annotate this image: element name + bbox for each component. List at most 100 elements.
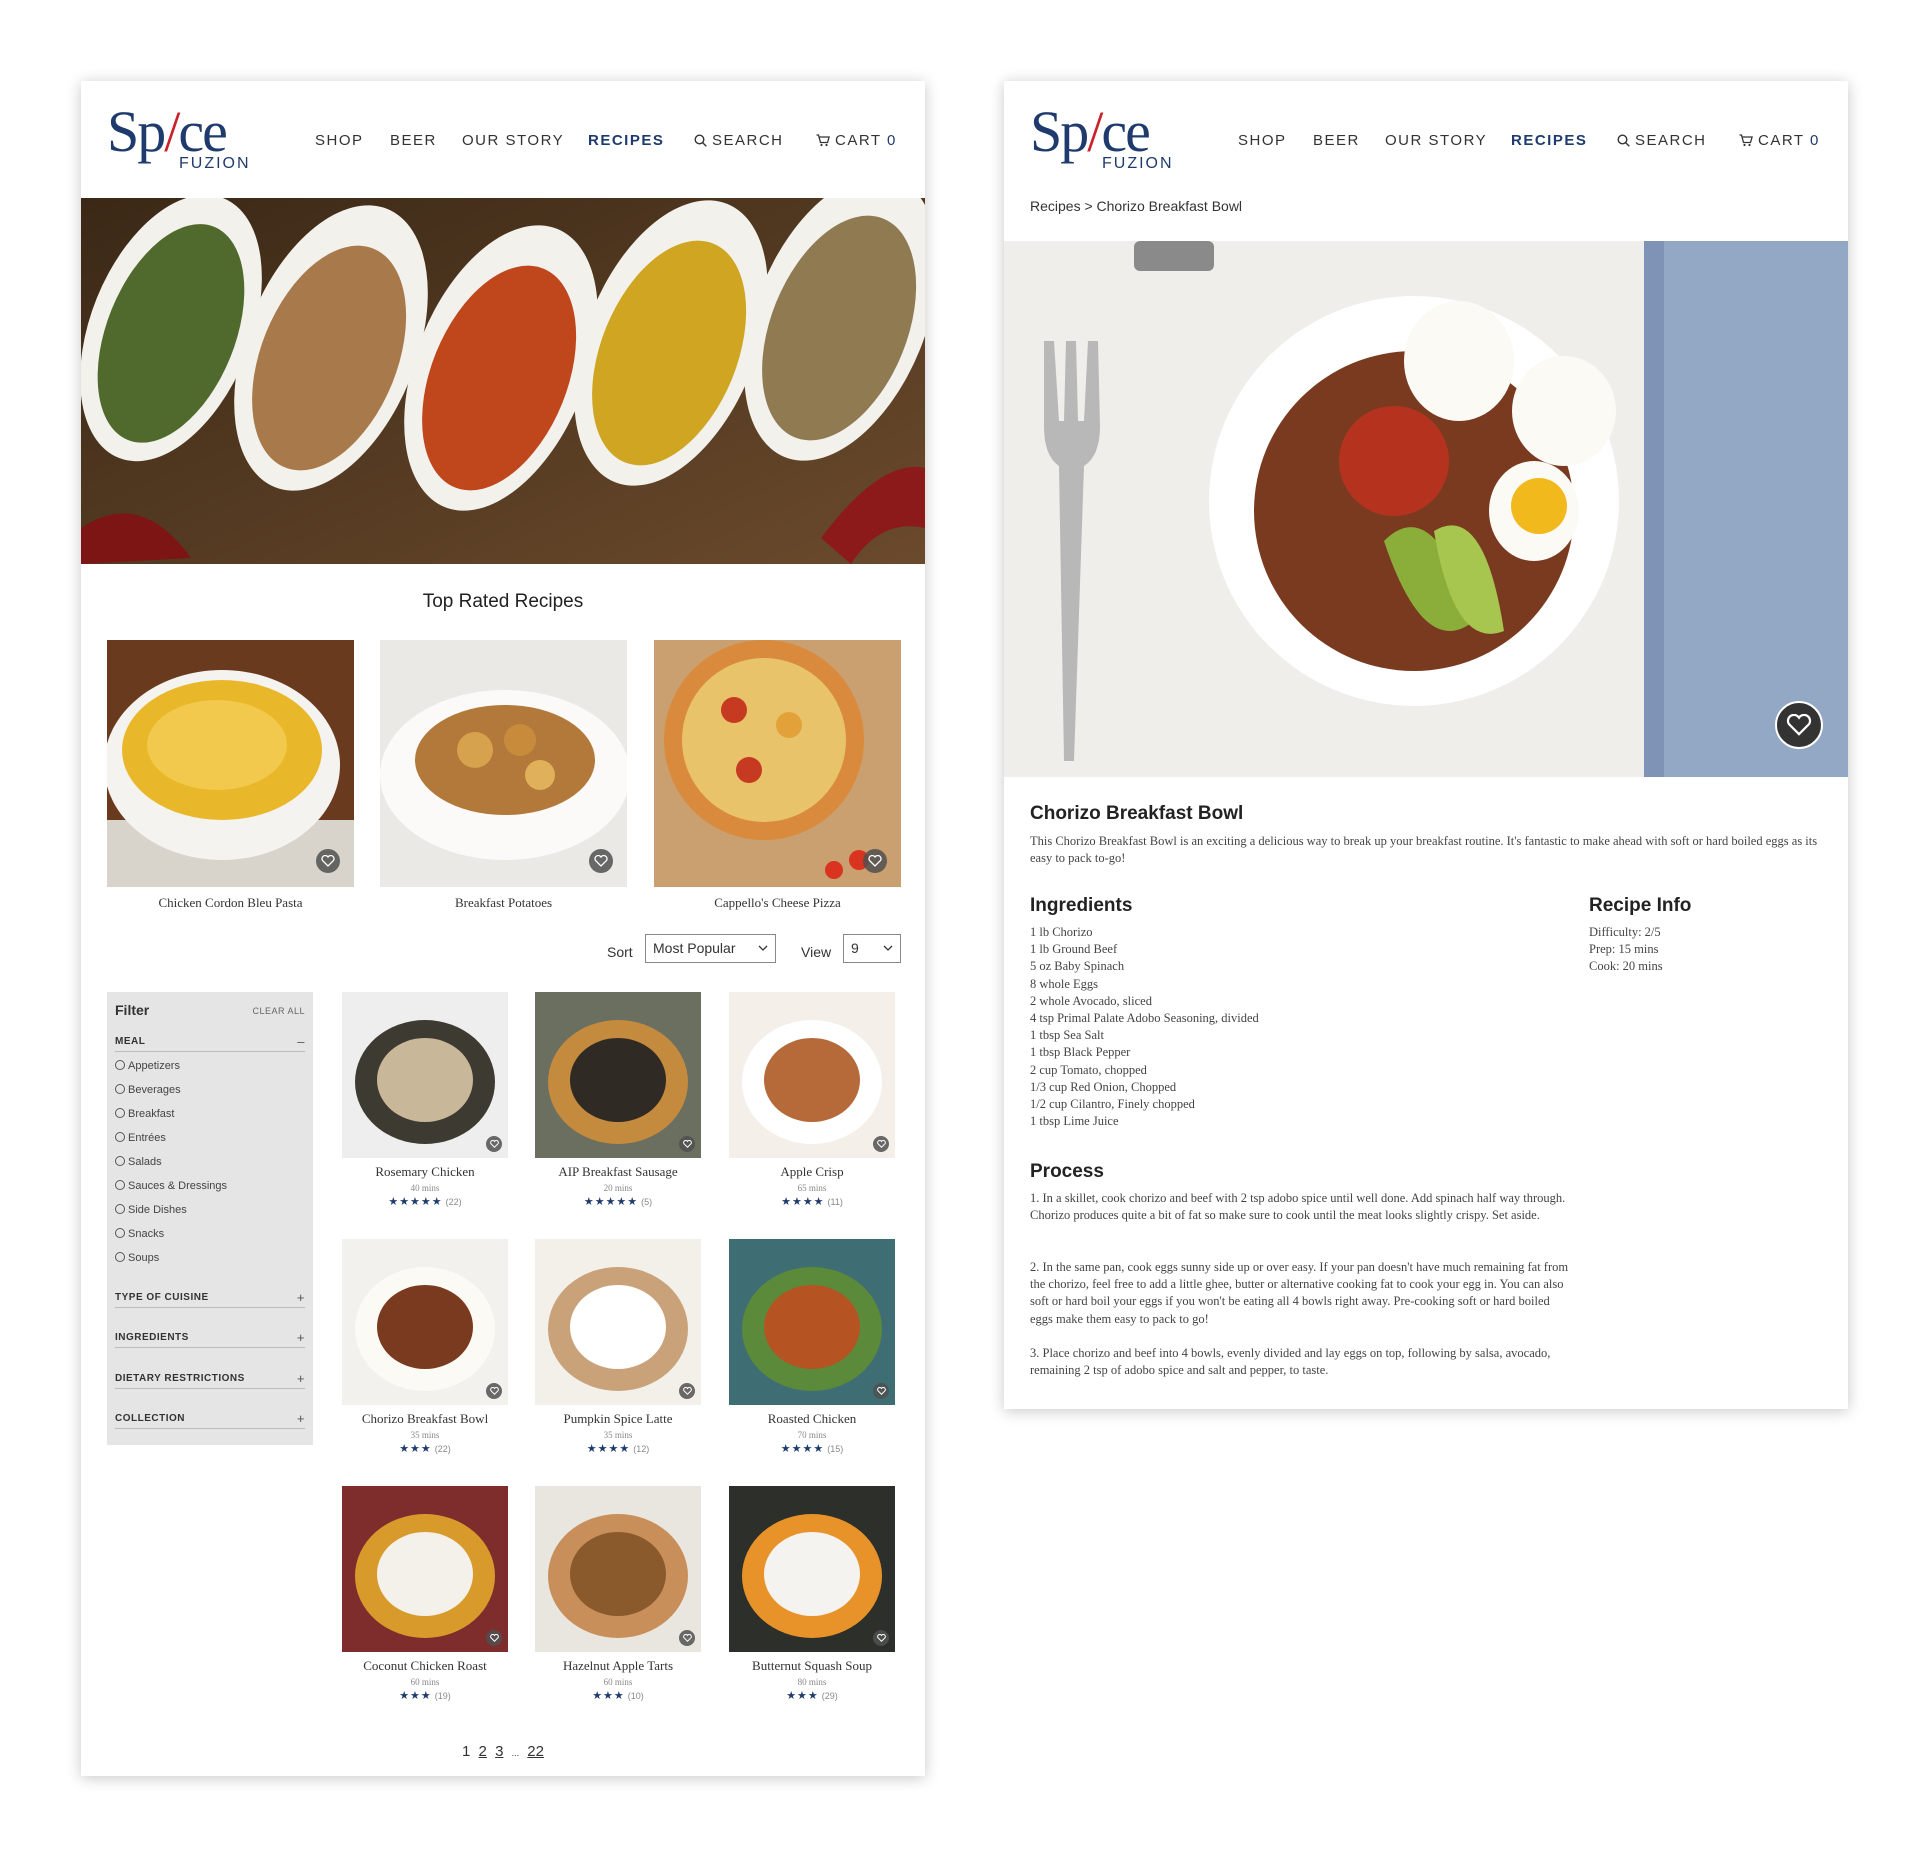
process-heading: Process — [1030, 1161, 1104, 1182]
page-link[interactable]: 2 — [479, 1743, 487, 1760]
recipe-card[interactable]: Rosemary Chicken 40 mins ★★★★★ (22) — [342, 992, 508, 1208]
page-link[interactable]: 3 — [495, 1743, 503, 1760]
nav-recipes[interactable]: RECIPES — [1511, 131, 1587, 151]
nav-cart-label: CART — [1758, 132, 1805, 149]
filter-option[interactable]: Entrées — [115, 1132, 166, 1144]
recipe-card[interactable]: Roasted Chicken 70 mins ★★★★ (15) — [729, 1239, 895, 1455]
top-recipe-card[interactable]: Chicken Cordon Bleu Pasta — [107, 640, 354, 911]
recipe-photo — [342, 1486, 508, 1652]
nav-cart[interactable]: CART 0 — [1739, 131, 1820, 151]
filter-dietary-heading[interactable]: DIETARY RESTRICTIONS + — [115, 1371, 305, 1389]
recipe-card[interactable]: Hazelnut Apple Tarts 60 mins ★★★ (10) — [535, 1486, 701, 1702]
page-ellipsis: ... — [511, 1748, 520, 1758]
ingredient-item: 1 tbsp Sea Salt — [1030, 1028, 1104, 1043]
recipe-time: 70 mins — [797, 1430, 827, 1440]
recipe-time: 60 mins — [603, 1677, 633, 1687]
recipe-title: Chorizo Breakfast Bowl — [1030, 803, 1244, 824]
sort-label: Sort — [607, 944, 633, 960]
filter-option[interactable]: Breakfast — [115, 1108, 174, 1120]
page-current[interactable]: 1 — [462, 1743, 470, 1760]
clear-all-button[interactable]: CLEAR ALL — [252, 1006, 305, 1016]
nav-recipes[interactable]: RECIPES — [588, 131, 664, 151]
star-rating-icon: ★★★ — [786, 1690, 819, 1702]
recipe-photo — [654, 640, 901, 887]
page-link[interactable]: 22 — [527, 1743, 544, 1760]
recipe-photo — [535, 1239, 701, 1405]
filter-option[interactable]: Side Dishes — [115, 1204, 187, 1216]
rating-count: (15) — [827, 1444, 844, 1454]
filter-ingredients-heading[interactable]: INGREDIENTS + — [115, 1330, 305, 1348]
filter-option[interactable]: Snacks — [115, 1228, 164, 1240]
breadcrumb[interactable]: Recipes > Chorizo Breakfast Bowl — [1030, 198, 1242, 214]
heart-icon[interactable] — [873, 1383, 889, 1399]
filter-collection-heading[interactable]: COLLECTION + — [115, 1411, 305, 1429]
heart-icon[interactable] — [679, 1630, 695, 1646]
nav-shop[interactable]: SHOP — [1238, 131, 1287, 151]
recipe-description: This Chorizo Breakfast Bowl is an exciti… — [1030, 834, 1818, 865]
ingredient-item: 1/2 cup Cilantro, Finely chopped — [1030, 1097, 1195, 1112]
expand-icon: + — [296, 1371, 305, 1386]
heart-icon[interactable] — [873, 1630, 889, 1646]
expand-icon: + — [296, 1411, 305, 1426]
rating-count: (19) — [434, 1691, 451, 1701]
heart-icon[interactable] — [486, 1630, 502, 1646]
heart-icon[interactable] — [589, 849, 613, 873]
recipe-info-item: Prep: 15 mins — [1589, 942, 1659, 957]
view-select[interactable]: 9 — [843, 934, 901, 963]
nav-search[interactable]: SEARCH — [1617, 131, 1707, 151]
recipe-photo — [729, 992, 895, 1158]
recipe-time: 20 mins — [603, 1183, 633, 1193]
recipe-card[interactable]: AIP Breakfast Sausage 20 mins ★★★★★ (5) — [535, 992, 701, 1208]
heart-icon[interactable] — [316, 849, 340, 873]
sort-select[interactable]: Most Popular — [645, 934, 776, 963]
filter-option[interactable]: Beverages — [115, 1084, 181, 1096]
filter-meal-heading[interactable]: MEAL – — [115, 1034, 305, 1052]
recipe-card[interactable]: Butternut Squash Soup 80 mins ★★★ (29) — [729, 1486, 895, 1702]
nav-search[interactable]: SEARCH — [694, 131, 784, 151]
process-step: 1. In a skillet, cook chorizo and beef w… — [1030, 1191, 1566, 1223]
filter-option[interactable]: Sauces & Dressings — [115, 1180, 227, 1192]
filter-option-label: Salads — [128, 1156, 162, 1168]
ingredient-item: 4 tsp Primal Palate Adobo Seasoning, div… — [1030, 1011, 1259, 1026]
recipe-name: Chorizo Breakfast Bowl — [361, 1411, 489, 1426]
filter-option-label: Soups — [128, 1252, 160, 1264]
recipe-name: Roasted Chicken — [767, 1411, 857, 1426]
recipe-card[interactable]: Coconut Chicken Roast 60 mins ★★★ (19) — [342, 1486, 508, 1702]
nav-cart[interactable]: CART 0 — [816, 131, 897, 151]
heart-icon[interactable] — [873, 1136, 889, 1152]
cart-icon — [816, 134, 830, 147]
nav-shop[interactable]: SHOP — [315, 131, 364, 151]
rating-count: (5) — [641, 1197, 653, 1207]
filter-option[interactable]: Soups — [115, 1252, 159, 1264]
nav-beer[interactable]: BEER — [390, 131, 437, 151]
spice-fuzion-logo[interactable]: Sp/ce FUZION — [1030, 103, 1172, 173]
rating-count: (12) — [633, 1444, 650, 1454]
filter-cuisine-heading[interactable]: TYPE OF CUISINE + — [115, 1290, 305, 1308]
pagination: 1 2 3 ... 22 — [81, 1743, 925, 1760]
favorite-heart-icon[interactable] — [1775, 701, 1823, 749]
cart-icon — [1739, 134, 1753, 147]
spice-fuzion-logo[interactable]: Sp/ce FUZION — [107, 103, 249, 173]
filter-option[interactable]: Salads — [115, 1156, 162, 1168]
nav-our-story[interactable]: OUR STORY — [1385, 131, 1487, 151]
radio-icon — [115, 1228, 125, 1238]
filter-option[interactable]: Appetizers — [115, 1060, 180, 1072]
heart-icon[interactable] — [863, 849, 887, 873]
nav-our-story[interactable]: OUR STORY — [462, 131, 564, 151]
recipe-card[interactable]: Chorizo Breakfast Bowl 35 mins ★★★ (22) — [342, 1239, 508, 1455]
recipe-name: Pumpkin Spice Latte — [563, 1411, 673, 1426]
recipe-card[interactable]: Pumpkin Spice Latte 35 mins ★★★★ (12) — [535, 1239, 701, 1455]
spices-hero-image — [81, 198, 925, 564]
recipe-rating: ★★★ (29) — [729, 1689, 895, 1702]
nav-beer[interactable]: BEER — [1313, 131, 1360, 151]
recipe-photo — [380, 640, 627, 887]
heart-icon[interactable] — [679, 1136, 695, 1152]
heart-icon[interactable] — [679, 1383, 695, 1399]
filter-option-label: Appetizers — [128, 1060, 180, 1072]
heart-icon[interactable] — [486, 1383, 502, 1399]
recipe-card[interactable]: Apple Crisp 65 mins ★★★★ (11) — [729, 992, 895, 1208]
hero-spoons-illustration — [81, 198, 925, 564]
top-recipe-card[interactable]: Cappello's Cheese Pizza — [654, 640, 901, 911]
top-recipe-card[interactable]: Breakfast Potatoes — [380, 640, 627, 911]
heart-icon[interactable] — [486, 1136, 502, 1152]
